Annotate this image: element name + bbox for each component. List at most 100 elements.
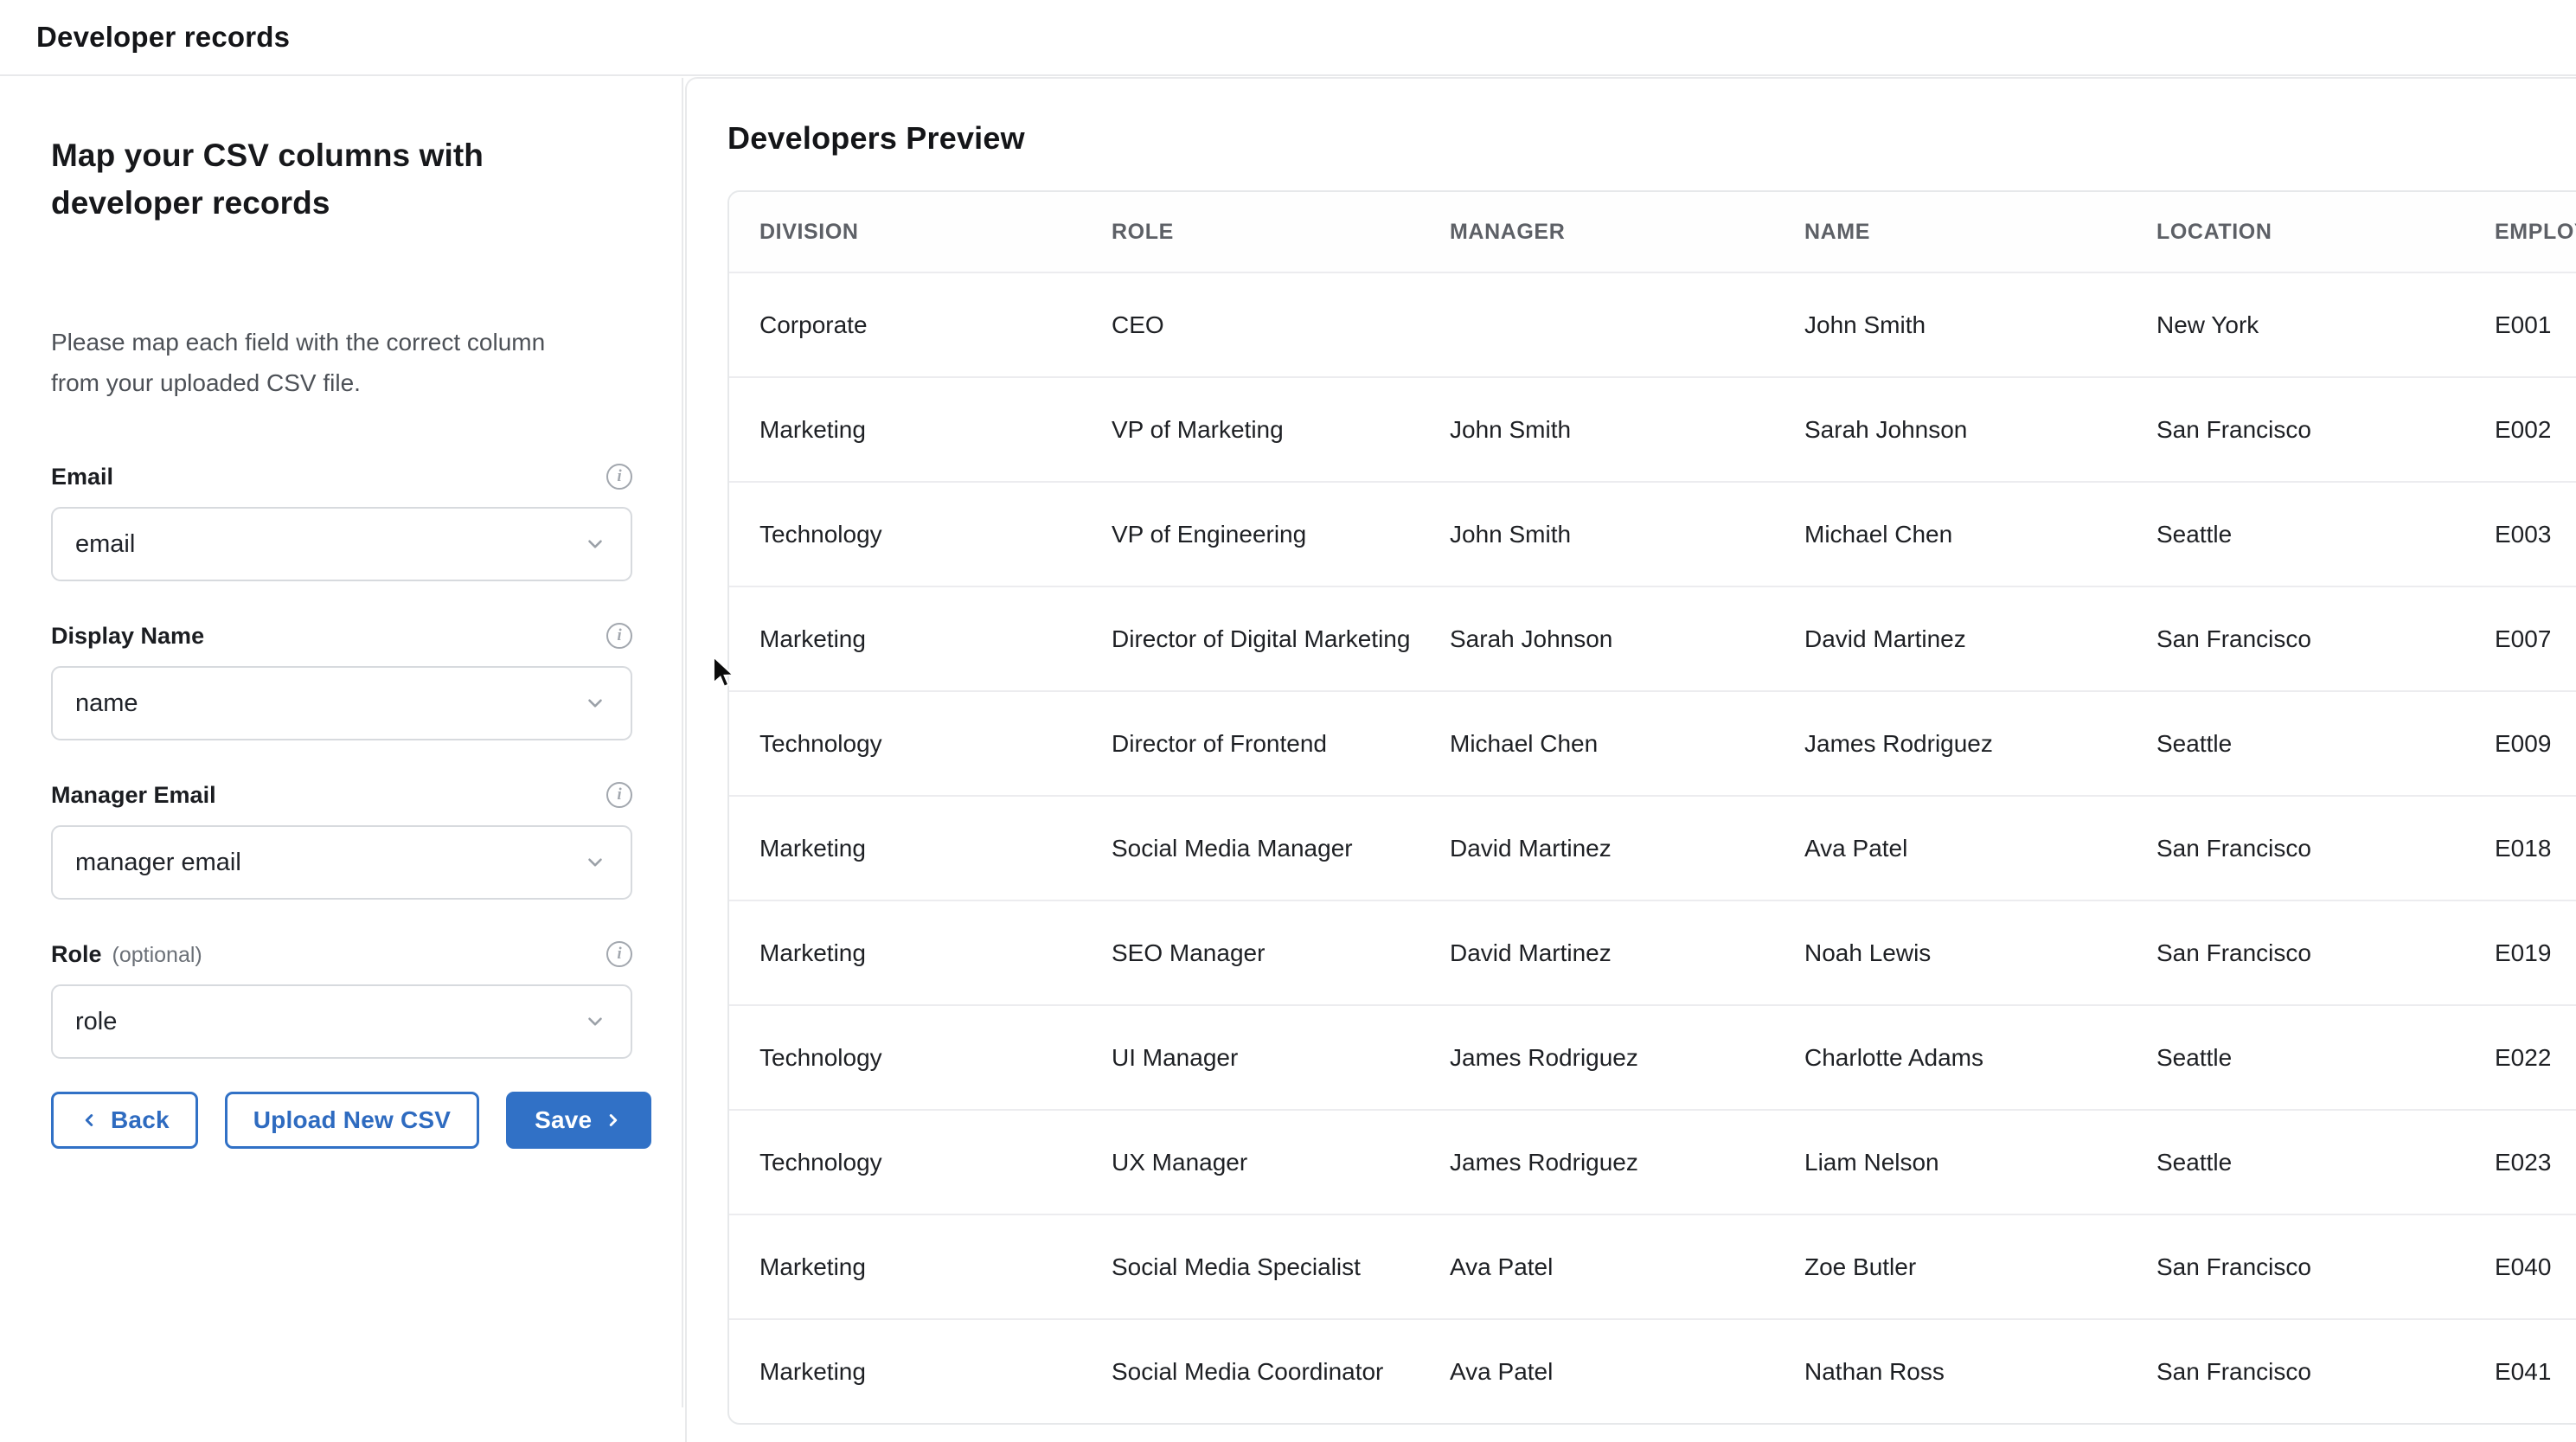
chevron-left-icon [80, 1111, 99, 1130]
developers-preview-table: DIVISION ROLE MANAGER NAME LOCATION EMPL… [727, 190, 2576, 1425]
top-bar: Developer records [0, 0, 2576, 76]
cell-role: SEO Manager [1112, 939, 1450, 967]
csv-mapping-panel: Map your CSV columns with developer reco… [0, 78, 683, 1407]
display-name-column-select[interactable]: name [51, 666, 632, 740]
table-row: Corporate CEO John Smith New York E001 [729, 272, 2576, 376]
column-header-manager: MANAGER [1450, 220, 1804, 245]
cell-division: Corporate [759, 311, 1112, 339]
developers-preview-panel: Developers Preview DIVISION ROLE MANAGER… [685, 77, 2576, 1442]
cell-employee-id: E007 [2495, 625, 2576, 653]
info-icon[interactable]: i [606, 941, 632, 967]
column-header-role: ROLE [1112, 220, 1450, 245]
manager-email-column-select[interactable]: manager email [51, 825, 632, 900]
field-role: Role (optional) i role [51, 938, 632, 1059]
cell-role: VP of Marketing [1112, 416, 1450, 444]
cell-manager: David Martinez [1450, 939, 1804, 967]
cell-role: Social Media Manager [1112, 835, 1450, 862]
table-row: Technology VP of Engineering John Smith … [729, 481, 2576, 586]
table-row: Marketing SEO Manager David Martinez Noa… [729, 900, 2576, 1004]
cell-name: Michael Chen [1804, 521, 2156, 548]
cell-name: Charlotte Adams [1804, 1044, 2156, 1072]
table-row: Technology Director of Frontend Michael … [729, 690, 2576, 795]
cell-employee-id: E023 [2495, 1149, 2576, 1176]
cell-division: Technology [759, 521, 1112, 548]
cell-manager: John Smith [1450, 521, 1804, 548]
table-body: Corporate CEO John Smith New York E001 M… [729, 272, 2576, 1423]
cell-employee-id: E041 [2495, 1358, 2576, 1386]
upload-new-csv-button-label: Upload New CSV [253, 1106, 451, 1134]
cell-name: Nathan Ross [1804, 1358, 2156, 1386]
role-field-label: Role [51, 941, 102, 968]
cell-name: Liam Nelson [1804, 1149, 2156, 1176]
cell-location: Seattle [2156, 521, 2495, 548]
cell-manager: Ava Patel [1450, 1253, 1804, 1281]
cell-division: Marketing [759, 416, 1112, 444]
save-button[interactable]: Save [506, 1092, 651, 1149]
chevron-down-icon [584, 851, 606, 874]
cell-location: Seattle [2156, 1044, 2495, 1072]
table-row: Marketing Director of Digital Marketing … [729, 586, 2576, 690]
cell-name: David Martinez [1804, 625, 2156, 653]
cell-manager: Michael Chen [1450, 730, 1804, 758]
manager-email-column-selected-value: manager email [75, 849, 241, 877]
cell-location: Seattle [2156, 730, 2495, 758]
cell-employee-id: E009 [2495, 730, 2576, 758]
role-column-select[interactable]: role [51, 984, 632, 1059]
cell-name: James Rodriguez [1804, 730, 2156, 758]
cell-role: Social Media Coordinator [1112, 1358, 1450, 1386]
cell-role: VP of Engineering [1112, 521, 1450, 548]
cell-employee-id: E019 [2495, 939, 2576, 967]
back-button[interactable]: Back [51, 1092, 198, 1149]
cell-role: UI Manager [1112, 1044, 1450, 1072]
field-manager-email: Manager Email i manager email [51, 779, 632, 900]
display-name-field-label: Display Name [51, 623, 204, 650]
chevron-down-icon [584, 533, 606, 555]
cell-division: Technology [759, 730, 1112, 758]
display-name-column-selected-value: name [75, 689, 138, 718]
cell-role: UX Manager [1112, 1149, 1450, 1176]
table-row: Marketing VP of Marketing John Smith Sar… [729, 376, 2576, 481]
field-display-name: Display Name i name [51, 619, 632, 740]
table-row: Technology UX Manager James Rodriguez Li… [729, 1109, 2576, 1214]
cell-division: Technology [759, 1149, 1112, 1176]
field-email: Email i email [51, 460, 632, 581]
page-title: Developer records [36, 21, 290, 54]
table-row: Marketing Social Media Specialist Ava Pa… [729, 1214, 2576, 1318]
info-icon[interactable]: i [606, 782, 632, 808]
cell-location: San Francisco [2156, 416, 2495, 444]
info-icon[interactable]: i [606, 623, 632, 649]
save-button-label: Save [535, 1106, 592, 1134]
cell-manager: James Rodriguez [1450, 1149, 1804, 1176]
info-icon[interactable]: i [606, 464, 632, 490]
cell-employee-id: E003 [2495, 521, 2576, 548]
cell-role: CEO [1112, 311, 1450, 339]
cell-division: Marketing [759, 625, 1112, 653]
cell-manager: Ava Patel [1450, 1358, 1804, 1386]
cell-location: San Francisco [2156, 939, 2495, 967]
cell-division: Marketing [759, 1253, 1112, 1281]
cell-role: Social Media Specialist [1112, 1253, 1450, 1281]
upload-new-csv-button[interactable]: Upload New CSV [225, 1092, 479, 1149]
email-field-label: Email [51, 464, 113, 490]
cell-role: Director of Frontend [1112, 730, 1450, 758]
column-header-employee-id: EMPLOYEE ID [2495, 220, 2576, 245]
chevron-down-icon [584, 1010, 606, 1033]
email-column-select[interactable]: email [51, 507, 632, 581]
mapping-description: Please map each field with the correct c… [51, 322, 587, 403]
cell-division: Technology [759, 1044, 1112, 1072]
cell-manager: John Smith [1450, 416, 1804, 444]
cell-name: John Smith [1804, 311, 2156, 339]
cell-division: Marketing [759, 939, 1112, 967]
role-column-selected-value: role [75, 1008, 117, 1036]
cell-location: San Francisco [2156, 1358, 2495, 1386]
cell-employee-id: E001 [2495, 311, 2576, 339]
cell-employee-id: E002 [2495, 416, 2576, 444]
cell-division: Marketing [759, 1358, 1112, 1386]
cell-name: Ava Patel [1804, 835, 2156, 862]
cell-manager: David Martinez [1450, 835, 1804, 862]
table-row: Technology UI Manager James Rodriguez Ch… [729, 1004, 2576, 1109]
mapping-heading: Map your CSV columns with developer reco… [51, 131, 553, 227]
mouse-cursor [708, 654, 744, 690]
cell-location: San Francisco [2156, 625, 2495, 653]
cell-employee-id: E018 [2495, 835, 2576, 862]
